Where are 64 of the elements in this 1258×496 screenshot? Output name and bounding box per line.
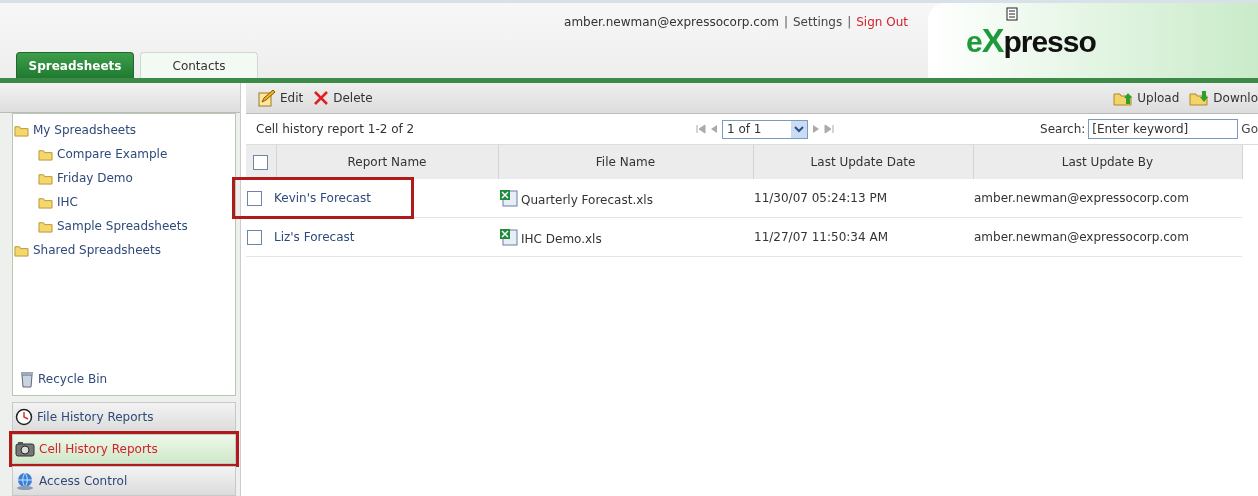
column-header[interactable]: Last Update By [973, 145, 1242, 179]
folder-down-icon [1189, 90, 1210, 106]
table-cell: 11/30/07 05:24:13 PM [753, 179, 973, 218]
folder-icon [37, 171, 54, 186]
folder-icon [13, 243, 30, 258]
camera-icon [15, 441, 35, 457]
go-link[interactable]: Go [1241, 122, 1258, 136]
column-header[interactable]: Report Name [276, 145, 498, 179]
edit-icon [258, 89, 276, 107]
toolbar-button[interactable]: Edit [258, 89, 304, 107]
nav-button[interactable]: File History Reports [12, 402, 236, 432]
row-checkbox[interactable] [247, 229, 262, 245]
spreadsheet-file-icon [499, 189, 519, 207]
sign-out-link[interactable]: Sign Out [856, 15, 908, 29]
nav-button[interactable]: Cell History Reports [12, 434, 236, 464]
first-page-icon[interactable] [696, 124, 706, 134]
recycle-bin-item[interactable]: Recycle Bin [13, 367, 235, 391]
select-all-checkbox[interactable] [253, 154, 269, 170]
trash-icon [19, 370, 35, 388]
tab[interactable]: Contacts [140, 52, 258, 78]
clock-icon [15, 408, 33, 426]
table-cell: 11/27/07 11:50:34 AM [753, 217, 973, 257]
spreadsheet-file-icon [499, 228, 519, 246]
page-select[interactable]: 1 of 1 [722, 119, 808, 139]
report-name-link[interactable]: Liz's Forecast [274, 230, 355, 244]
delete-icon [313, 90, 330, 106]
logo: eXpresso [966, 21, 1096, 60]
folder-icon [37, 219, 54, 234]
folder-up-icon [1113, 90, 1134, 106]
toolbar-button[interactable]: Downlo [1189, 90, 1258, 106]
separator: | [783, 15, 788, 29]
column-header[interactable]: File Name [498, 145, 753, 179]
folder-icon [13, 123, 30, 138]
settings-link[interactable]: Settings [793, 15, 843, 29]
last-page-icon[interactable] [824, 124, 834, 134]
previous-page-icon[interactable] [710, 124, 718, 134]
table-cell: amber.newman@expressocorp.com [973, 179, 1242, 218]
record-count: Cell history report 1-2 of 2 [256, 122, 416, 136]
nav-button[interactable]: Access Control [12, 466, 236, 496]
globe-user-icon [15, 472, 35, 490]
table-cell: amber.newman@expressocorp.com [973, 217, 1242, 257]
folder-icon [37, 195, 54, 210]
folder-icon [37, 147, 54, 162]
tree-item[interactable]: Compare Example [13, 142, 235, 167]
next-page-icon[interactable] [812, 124, 820, 134]
file-name: IHC Demo.xls [521, 232, 602, 246]
tree-item[interactable]: Friday Demo [13, 166, 235, 191]
search-field[interactable]: [Enter keyword] [1088, 119, 1239, 139]
search-label: Search: [1040, 122, 1086, 136]
separator: | [847, 15, 852, 29]
dropdown-icon [791, 120, 807, 138]
tree-item[interactable]: Shared Spreadsheets [13, 238, 235, 263]
row-checkbox[interactable] [247, 190, 262, 206]
document-icon [1006, 7, 1018, 21]
tree-item[interactable]: Sample Spreadsheets [13, 214, 235, 239]
tree-item[interactable]: My Spreadsheets [13, 118, 235, 143]
toolbar-button[interactable]: Delete [313, 90, 373, 106]
file-name: Quarterly Forecast.xls [521, 193, 653, 207]
user-email: amber.newman@expressocorp.com [564, 15, 779, 29]
report-name-link[interactable]: Kevin's Forecast [274, 191, 371, 205]
tab[interactable]: Spreadsheets [16, 52, 134, 78]
column-header[interactable]: Last Update Date [753, 145, 973, 179]
toolbar-button[interactable]: Upload [1113, 90, 1180, 106]
tree-item[interactable]: IHC [13, 190, 235, 215]
